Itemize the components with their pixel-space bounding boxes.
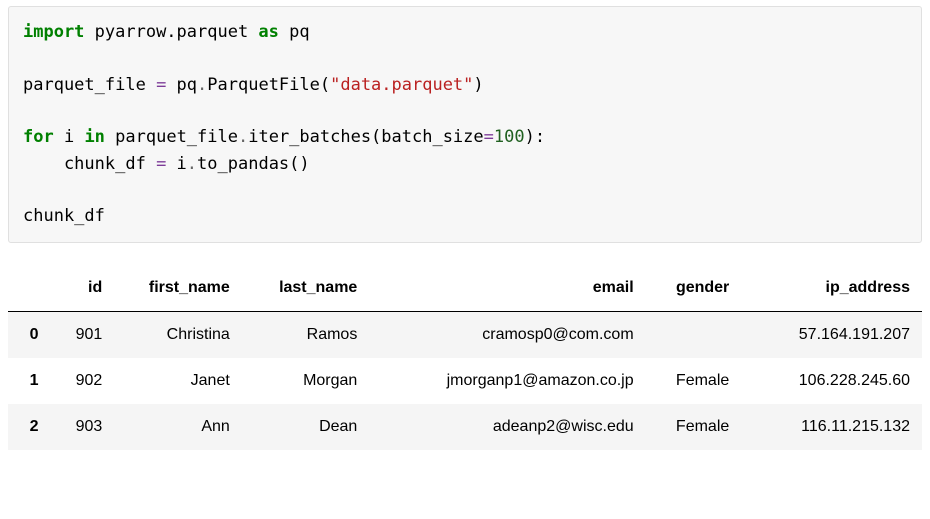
cell-last: Dean (242, 404, 370, 450)
cell-first: Janet (114, 358, 242, 404)
close-paren: ) (473, 75, 483, 95)
output-table: id first_name last_name email gender ip_… (8, 265, 922, 450)
assign-call: ParquetFile( (207, 75, 330, 95)
keyword-import: import (23, 22, 84, 42)
table-header-row: id first_name last_name email gender ip_… (8, 265, 922, 312)
expr-line: chunk_df (23, 206, 105, 226)
dot: . (187, 154, 197, 174)
cell-email: adeanp2@wisc.edu (369, 404, 645, 450)
col-email-header: email (369, 265, 645, 312)
col-id-header: id (51, 265, 115, 312)
table-row: 2 903 Ann Dean adeanp2@wisc.edu Female 1… (8, 404, 922, 450)
close-paren: ): (525, 127, 545, 147)
equals-sign: = (484, 127, 494, 147)
cell-id: 903 (51, 404, 115, 450)
col-first-header: first_name (114, 265, 242, 312)
cell-gender: Female (646, 358, 742, 404)
table-body: 0 901 Christina Ramos cramosp0@com.com 5… (8, 311, 922, 450)
col-gender-header: gender (646, 265, 742, 312)
col-ip-header: ip_address (741, 265, 922, 312)
cell-email: jmorganp1@amazon.co.jp (369, 358, 645, 404)
table-row: 0 901 Christina Ramos cramosp0@com.com 5… (8, 311, 922, 358)
for-var: i (54, 127, 85, 147)
col-last-header: last_name (242, 265, 370, 312)
code-block: import pyarrow.parquet as pq parquet_fil… (8, 6, 922, 243)
keyword-in: in (84, 127, 104, 147)
cell-last: Morgan (242, 358, 370, 404)
keyword-as: as (258, 22, 278, 42)
cell-gender (646, 311, 742, 358)
assign-obj: pq (166, 75, 197, 95)
body-call: to_pandas() (197, 154, 310, 174)
cell-id: 901 (51, 311, 115, 358)
dot: . (238, 127, 248, 147)
number-literal: 100 (494, 127, 525, 147)
cell-first: Christina (114, 311, 242, 358)
col-index-header (8, 265, 51, 312)
cell-first: Ann (114, 404, 242, 450)
for-iter-call: iter_batches(batch_size (248, 127, 483, 147)
cell-last: Ramos (242, 311, 370, 358)
cell-ip: 116.11.215.132 (741, 404, 922, 450)
table-row: 1 902 Janet Morgan jmorganp1@amazon.co.j… (8, 358, 922, 404)
cell-index: 0 (8, 311, 51, 358)
equals-sign: = (156, 154, 166, 174)
cell-index: 2 (8, 404, 51, 450)
equals-sign: = (156, 75, 166, 95)
cell-gender: Female (646, 404, 742, 450)
cell-id: 902 (51, 358, 115, 404)
keyword-for: for (23, 127, 54, 147)
dot: . (197, 75, 207, 95)
cell-ip: 106.228.245.60 (741, 358, 922, 404)
assign-target: parquet_file (23, 75, 156, 95)
string-literal: "data.parquet" (330, 75, 473, 95)
cell-ip: 57.164.191.207 (741, 311, 922, 358)
cell-email: cramosp0@com.com (369, 311, 645, 358)
for-iter-obj: parquet_file (105, 127, 238, 147)
import-alias: pq (279, 22, 310, 42)
body-obj: i (166, 154, 186, 174)
body-target: chunk_df (23, 154, 156, 174)
import-module: pyarrow.parquet (84, 22, 258, 42)
output-table-wrap: id first_name last_name email gender ip_… (8, 265, 922, 450)
cell-index: 1 (8, 358, 51, 404)
